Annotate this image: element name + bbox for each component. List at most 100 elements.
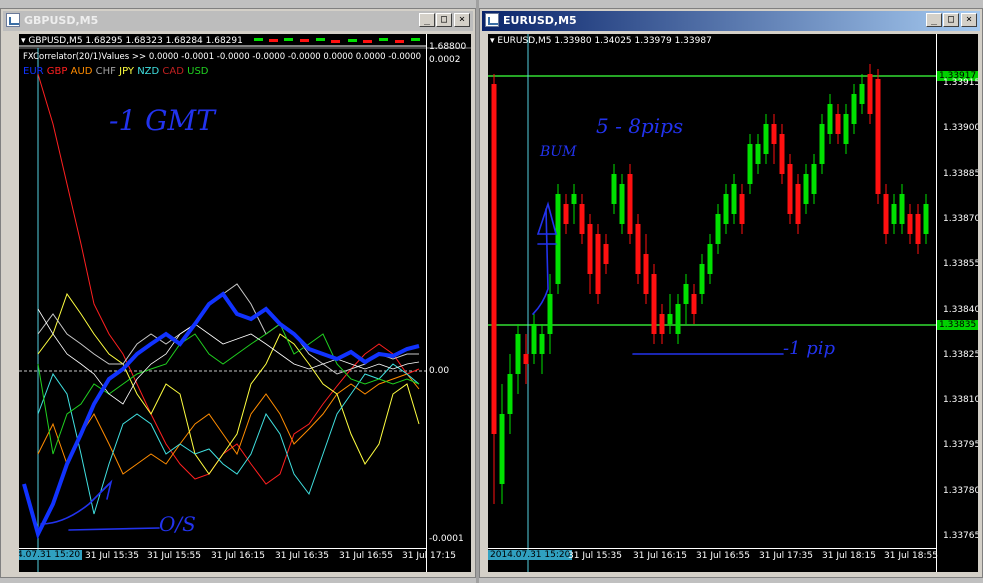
legend-gbp: GBP	[46, 66, 68, 77]
eurusd-titlebar[interactable]: EURUSD,M5 _ □ ×	[482, 11, 980, 31]
annotation-one-pip: -1 pip	[783, 338, 836, 359]
candle-body	[619, 184, 625, 224]
candle-body	[611, 174, 617, 204]
time-label: 31 Jul 18:55	[884, 551, 938, 561]
candle-body	[571, 194, 577, 204]
candle-body	[627, 174, 633, 234]
candle-body	[883, 194, 889, 234]
chart-window-icon	[485, 13, 499, 27]
candle-body	[835, 114, 841, 134]
time-label: 31 Jul 16:15	[633, 551, 687, 561]
candle-body	[923, 204, 929, 234]
price-axis-label: 1.33810	[943, 395, 978, 406]
time-label: 31 Jul 16:35	[275, 551, 329, 561]
maximize-button[interactable]: □	[943, 13, 959, 27]
window-title: EURUSD,M5	[503, 14, 577, 27]
candle-body	[587, 224, 593, 274]
candle-body	[499, 414, 505, 484]
annotation-os: O/S	[159, 512, 196, 536]
candle-body	[811, 164, 817, 194]
eurusd-chart-svg	[488, 34, 936, 572]
axis-label-top: 0.0002	[429, 55, 461, 65]
candle-body	[715, 214, 721, 244]
candle-body	[755, 144, 761, 164]
legend-aud: AUD	[70, 66, 93, 77]
time-label: 31 Jul 16:55	[696, 551, 750, 561]
candle-body	[707, 244, 713, 274]
price-axis-label: 1.33870	[943, 213, 978, 224]
candle-body	[635, 224, 641, 274]
price-axis-label: 1.33825	[943, 349, 978, 360]
candle-body	[643, 254, 649, 294]
time-label: 31 Jul 15:35	[568, 551, 622, 561]
legend-eur: EUR	[23, 66, 44, 77]
gbpusd-titlebar[interactable]: GBPUSD,M5 _ □ ×	[3, 11, 473, 31]
chart-window-icon	[6, 13, 20, 27]
candle-body	[875, 79, 881, 194]
candle-body	[539, 334, 545, 354]
minimize-button[interactable]: _	[926, 13, 942, 27]
candle-body	[491, 84, 497, 434]
close-button[interactable]: ×	[454, 13, 470, 27]
window-title: GBPUSD,M5	[24, 14, 99, 27]
candle-body	[603, 244, 609, 264]
price-axis-label: 1.33855	[943, 259, 978, 270]
gbpusd-chart-area[interactable]: ▾ GBPUSD,M5 1.68295 1.68323 1.68284 1.68…	[19, 34, 471, 572]
time-label: 31 Jul 16:15	[211, 551, 265, 561]
candle-body	[699, 264, 705, 294]
candle-body	[899, 194, 905, 224]
time-label: 31 Jul 16:55	[339, 551, 393, 561]
legend-cad: CAD	[162, 66, 184, 77]
time-label: 31 Jul 17:35	[759, 551, 813, 561]
symbol-info-line: ▾ EURUSD,M5 1.33980 1.34025 1.33979 1.33…	[490, 36, 712, 46]
annotation-bum: BUM	[540, 144, 577, 160]
candle-body	[843, 114, 849, 144]
price-axis-label: 1.33900	[943, 123, 978, 134]
candle-body	[907, 214, 913, 234]
candle-body	[891, 204, 897, 224]
candle-body	[691, 294, 697, 314]
candle-body	[859, 84, 865, 104]
annotation-gmt: -1 GMT	[109, 104, 215, 137]
candle-body	[771, 124, 777, 144]
indicator-values-line: FXCorrelator(20/1)Values >> 0.0000 -0.00…	[23, 52, 422, 62]
candle-body	[867, 74, 873, 114]
maximize-button[interactable]: □	[436, 13, 452, 27]
window-splitter[interactable]	[476, 0, 479, 583]
annotation-pips: 5 - 8pips	[596, 114, 684, 138]
candle-body	[787, 164, 793, 214]
symbol-info-line: ▾ GBPUSD,M5 1.68295 1.68323 1.68284 1.68…	[21, 36, 243, 46]
candle-body	[731, 184, 737, 214]
cursor-time-box: 2014.07.31 15:20	[488, 550, 573, 560]
candle-body	[531, 324, 537, 354]
eurusd-chart-area[interactable]: ▾ EURUSD,M5 1.33980 1.34025 1.33979 1.33…	[488, 34, 978, 572]
legend-usd: USD	[187, 66, 209, 77]
time-label: 31 Jul 15:35	[85, 551, 139, 561]
legend-jpy: JPY	[119, 66, 134, 77]
minimize-button[interactable]: _	[419, 13, 435, 27]
close-button[interactable]: ×	[961, 13, 977, 27]
time-label: 31 Jul 15:55	[147, 551, 201, 561]
legend-chf: CHF	[95, 66, 116, 77]
gbpusd-chart-window[interactable]: GBPUSD,M5 _ □ × ▾ GBPUSD,M5 1.68295 1.68…	[0, 8, 476, 578]
time-label: 31 Jul 18:15	[822, 551, 876, 561]
price-axis-label: 1.33795	[943, 440, 978, 451]
main-pane-candles	[254, 38, 420, 43]
axis-label-zero: 0.00	[429, 366, 450, 376]
candle-body	[515, 334, 521, 374]
candle-body	[747, 144, 753, 184]
currency-legend: EUR GBP AUD CHF JPY NZD CAD USD	[23, 66, 209, 77]
currency-lines	[37, 73, 420, 515]
candle-body	[851, 94, 857, 124]
gbpusd-chart-svg	[19, 38, 471, 572]
axis-label-bottom: -0.0001	[429, 534, 464, 544]
candle-body	[739, 194, 745, 224]
candle-body	[651, 274, 657, 334]
lower-line-price-tag: 1.33835	[937, 320, 978, 330]
handwritten-annotations	[532, 201, 784, 355]
eurusd-chart-window[interactable]: EURUSD,M5 _ □ × ▾ EURUSD,M5 1.33980 1.34…	[479, 8, 983, 578]
candle-body	[915, 214, 921, 244]
candle-body	[723, 194, 729, 224]
candle-body	[667, 314, 673, 324]
price-axis-label: 1.33765	[943, 531, 978, 541]
